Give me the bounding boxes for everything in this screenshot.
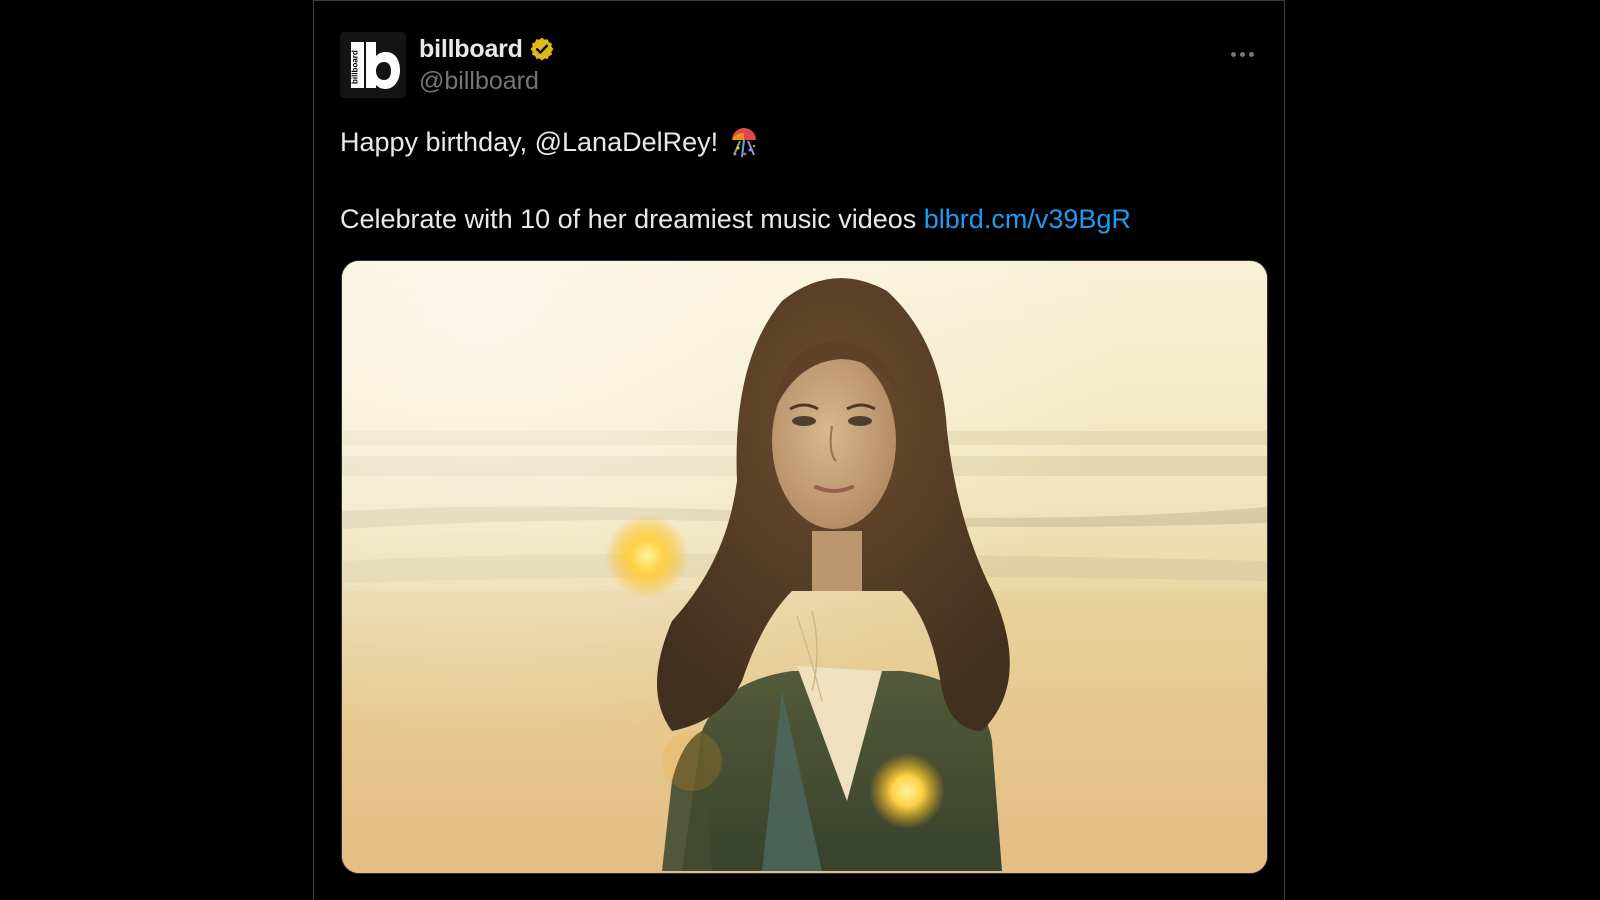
tweet-card[interactable]: billboard billboard @billboard Happy bir…: [313, 0, 1285, 900]
tweet-text-line-1: Happy birthday, @LanaDelRey!: [340, 124, 1254, 160]
page: billboard billboard @billboard Happy bir…: [0, 0, 1600, 900]
tweet-link[interactable]: blbrd.cm/v39BgR: [924, 204, 1131, 234]
tweet-text-line-2: Celebrate with 10 of her dreamiest music…: [340, 202, 1254, 236]
verified-badge-icon: [530, 37, 554, 61]
more-options-button[interactable]: [1222, 39, 1262, 69]
more-options-icon-dot: [1239, 51, 1245, 57]
name-row: billboard: [419, 33, 555, 65]
more-options-icon-dot: [1248, 51, 1254, 57]
handle[interactable]: @billboard: [419, 67, 539, 96]
confetti-ball-icon: [732, 128, 757, 158]
avatar-logo-text: billboard: [351, 50, 360, 84]
greeting-suffix: !: [710, 127, 719, 157]
more-options-icon: [1230, 51, 1236, 57]
avatar[interactable]: billboard: [340, 32, 406, 98]
billboard-logo-icon: billboard: [340, 32, 406, 98]
display-name[interactable]: billboard: [419, 35, 523, 64]
photo-woman-beach: [342, 261, 1267, 873]
tweet-media-image[interactable]: [341, 260, 1268, 874]
greeting-prefix: Happy birthday,: [340, 127, 535, 157]
tweet-body-text: Celebrate with 10 of her dreamiest music…: [340, 204, 924, 234]
mention-link[interactable]: @LanaDelRey: [535, 125, 711, 159]
